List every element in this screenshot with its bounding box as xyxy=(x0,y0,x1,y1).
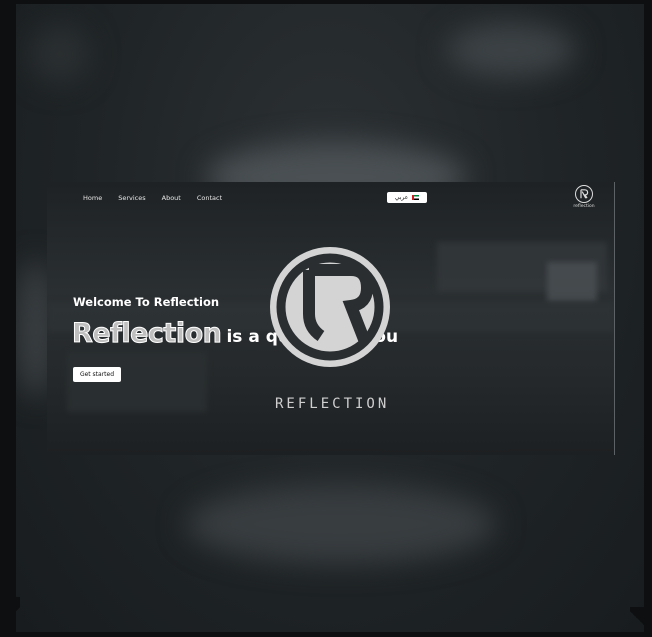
frame-corner xyxy=(630,607,652,637)
emblem-wordmark: REFLECTION xyxy=(275,396,390,412)
logo-text: reflection xyxy=(573,204,595,209)
welcome-heading: Welcome To Reflection xyxy=(73,295,220,309)
blurred-shape xyxy=(186,484,496,564)
background-photo-shape xyxy=(67,352,207,412)
uae-flag-icon xyxy=(412,195,420,200)
background-photo-shape xyxy=(547,262,597,302)
nav-about[interactable]: About xyxy=(162,194,181,202)
blurred-shape xyxy=(30,24,90,84)
nav-home[interactable]: Home xyxy=(83,194,102,202)
logo-icon xyxy=(575,185,593,203)
main-nav: Home Services About Contact xyxy=(83,194,222,202)
language-button[interactable]: عربي xyxy=(387,192,427,203)
blurred-shape xyxy=(446,22,576,78)
get-started-button[interactable]: Get started xyxy=(73,367,121,382)
language-label: عربي xyxy=(394,194,409,201)
nav-contact[interactable]: Contact xyxy=(197,194,222,202)
divider xyxy=(614,182,615,455)
reflection-emblem-icon xyxy=(270,247,390,367)
brand-logo[interactable]: reflection xyxy=(569,185,599,209)
website-hero-screenshot: Home Services About Contact عربي reflect… xyxy=(47,182,615,455)
nav-services[interactable]: Services xyxy=(118,194,145,202)
hero-highlight: Reflection xyxy=(71,318,222,350)
frame-corner xyxy=(0,597,20,637)
